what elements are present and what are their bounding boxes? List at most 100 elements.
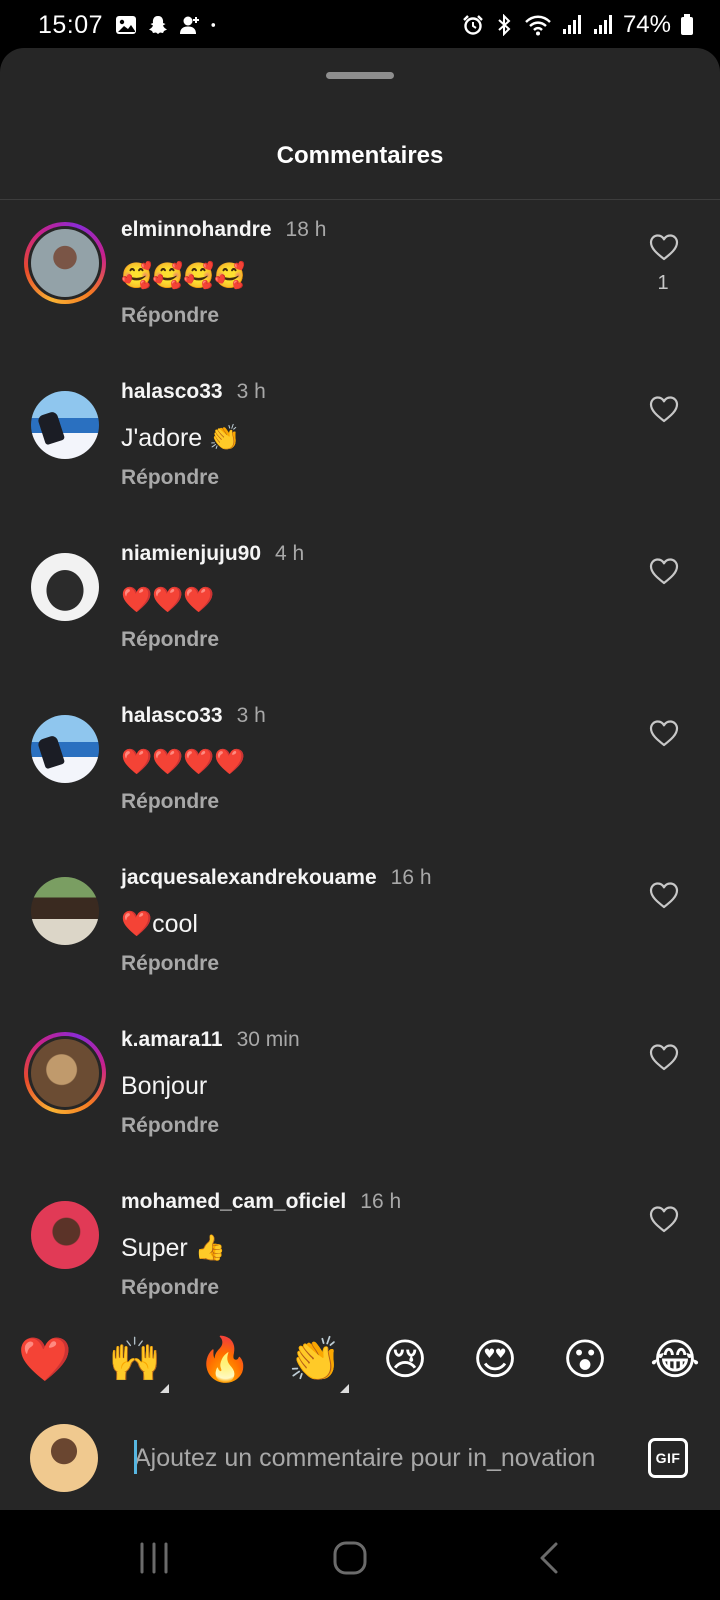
comment-text: 🥰🥰🥰🥰	[121, 262, 246, 290]
comment-time: 3 h	[236, 704, 266, 727]
avatar-container[interactable]	[24, 1194, 106, 1276]
comment-body: jacquesalexandrekouame 16 h ❤️cool Répon…	[121, 866, 610, 976]
heart-icon[interactable]	[648, 556, 680, 586]
comment-composer: GIF	[0, 1410, 720, 1510]
comment-header: halasco33 3 h	[121, 704, 610, 738]
comment-username[interactable]: mohamed_cam_oficiel	[121, 1190, 346, 1214]
contact-add-icon	[180, 16, 200, 34]
comment-header: jacquesalexandrekouame 16 h	[121, 866, 610, 900]
avatar-container[interactable]	[24, 708, 106, 790]
comment-username[interactable]: elminnohandre	[121, 218, 272, 242]
comment-header: niamienjuju90 4 h	[121, 542, 610, 576]
bluetooth-icon	[498, 14, 511, 36]
reaction-surprised-button[interactable]: 😮	[555, 1330, 615, 1390]
recent-apps-icon[interactable]	[134, 1540, 174, 1576]
avatar[interactable]	[31, 1039, 99, 1107]
comment-body: mohamed_cam_oficiel 16 h Super 👍 Répondr…	[121, 1190, 610, 1300]
avatar-story-ring[interactable]	[24, 222, 106, 304]
gallery-icon	[116, 16, 137, 34]
reply-button[interactable]: Répondre	[121, 1276, 610, 1300]
back-icon[interactable]	[530, 1540, 570, 1576]
like-count: 1	[657, 272, 669, 294]
comment-body: elminnohandre 18 h 🥰🥰🥰🥰 Répondre	[121, 218, 610, 328]
current-user-avatar	[30, 1424, 98, 1492]
avatar[interactable]	[31, 715, 99, 783]
avatar-story-ring[interactable]	[24, 1032, 106, 1114]
avatar[interactable]	[31, 1201, 99, 1269]
comment-item: elminnohandre 18 h 🥰🥰🥰🥰 Répondre 1	[0, 218, 720, 380]
reaction-raised-hands-button[interactable]: 🙌	[105, 1330, 165, 1390]
reaction-clap-button[interactable]: 👏	[285, 1330, 345, 1390]
wifi-icon	[525, 15, 551, 36]
comment-username[interactable]: halasco33	[121, 380, 223, 404]
comment-time: 18 h	[285, 218, 327, 241]
battery-percentage: 74%	[622, 11, 671, 38]
comment-body: k.amara11 30 min Bonjour Répondre	[121, 1028, 610, 1138]
comment-text: J'adore 👏	[121, 424, 241, 452]
comment-text: ❤️cool	[121, 910, 198, 938]
comment-item: halasco33 3 h ❤️❤️❤️❤️ Répondre	[0, 704, 720, 866]
heart-icon[interactable]	[648, 1204, 680, 1234]
reaction-fire-button[interactable]: 🔥	[195, 1330, 255, 1390]
text-caret	[134, 1440, 137, 1474]
avatar[interactable]	[31, 391, 99, 459]
comment-header: halasco33 3 h	[121, 380, 610, 414]
comment-body: halasco33 3 h J'adore 👏 Répondre	[121, 380, 610, 490]
status-left-icons	[115, 14, 221, 36]
home-icon[interactable]	[330, 1540, 370, 1576]
comment-text: ❤️❤️❤️❤️	[121, 748, 246, 776]
comment-username[interactable]: jacquesalexandrekouame	[121, 866, 377, 890]
comment-username[interactable]: halasco33	[121, 704, 223, 728]
comment-input[interactable]	[134, 1438, 614, 1478]
comment-username[interactable]: k.amara11	[121, 1028, 223, 1052]
comment-item: halasco33 3 h J'adore 👏 Répondre	[0, 380, 720, 542]
sheet-title: Commentaires	[276, 142, 444, 169]
comment-time: 4 h	[275, 542, 305, 565]
comment-time: 16 h	[390, 866, 432, 889]
avatar-container[interactable]	[24, 384, 106, 466]
avatar-container[interactable]	[24, 870, 106, 952]
heart-icon[interactable]	[648, 718, 680, 748]
comment-text: Bonjour	[121, 1072, 208, 1100]
battery-icon	[681, 14, 693, 35]
reaction-laugh-button[interactable]: 😂	[645, 1330, 705, 1390]
avatar[interactable]	[31, 553, 99, 621]
heart-icon[interactable]	[648, 1042, 680, 1072]
gif-button[interactable]: GIF	[648, 1438, 688, 1478]
comment-header: k.amara11 30 min	[121, 1028, 610, 1062]
quick-reaction-bar: ❤️ 🙌 🔥 👏 😢 😍 😮 😂	[0, 1330, 720, 1410]
skin-tone-indicator	[160, 1384, 169, 1393]
signal-icon	[562, 15, 581, 34]
alarm-icon	[463, 15, 483, 35]
reply-button[interactable]: Répondre	[121, 466, 610, 490]
comment-header: mohamed_cam_oficiel 16 h	[121, 1190, 610, 1224]
reaction-cry-button[interactable]: 😢	[375, 1330, 435, 1390]
comment-username[interactable]: niamienjuju90	[121, 542, 261, 566]
comments-sheet: Commentaires elminnohandre 18 h 🥰🥰🥰🥰 Rép…	[0, 48, 720, 1510]
comment-item: k.amara11 30 min Bonjour Répondre	[0, 1028, 720, 1190]
signal-icon	[593, 15, 612, 34]
reply-button[interactable]: Répondre	[121, 790, 610, 814]
reply-button[interactable]: Répondre	[121, 304, 610, 328]
avatar[interactable]	[31, 877, 99, 945]
comment-body: halasco33 3 h ❤️❤️❤️❤️ Répondre	[121, 704, 610, 814]
comment-header: elminnohandre 18 h	[121, 218, 610, 252]
system-navigation-bar	[0, 1510, 720, 1600]
heart-icon[interactable]	[648, 880, 680, 910]
avatar[interactable]	[31, 229, 99, 297]
avatar-container[interactable]	[24, 546, 106, 628]
reply-button[interactable]: Répondre	[121, 952, 610, 976]
reply-button[interactable]: Répondre	[121, 628, 610, 652]
drag-handle[interactable]	[326, 72, 394, 79]
comment-list: elminnohandre 18 h 🥰🥰🥰🥰 Répondre 1 halas…	[0, 218, 720, 1352]
heart-icon[interactable]	[648, 232, 680, 262]
comment-body: niamienjuju90 4 h ❤️❤️❤️ Répondre	[121, 542, 610, 652]
reply-button[interactable]: Répondre	[121, 1114, 610, 1138]
skin-tone-indicator	[340, 1384, 349, 1393]
comment-time: 30 min	[236, 1028, 300, 1051]
heart-icon[interactable]	[648, 394, 680, 424]
reaction-heart-button[interactable]: ❤️	[15, 1330, 75, 1390]
reaction-heart-eyes-button[interactable]: 😍	[465, 1330, 525, 1390]
comment-time: 3 h	[236, 380, 266, 403]
comment-text: ❤️❤️❤️	[121, 586, 215, 614]
